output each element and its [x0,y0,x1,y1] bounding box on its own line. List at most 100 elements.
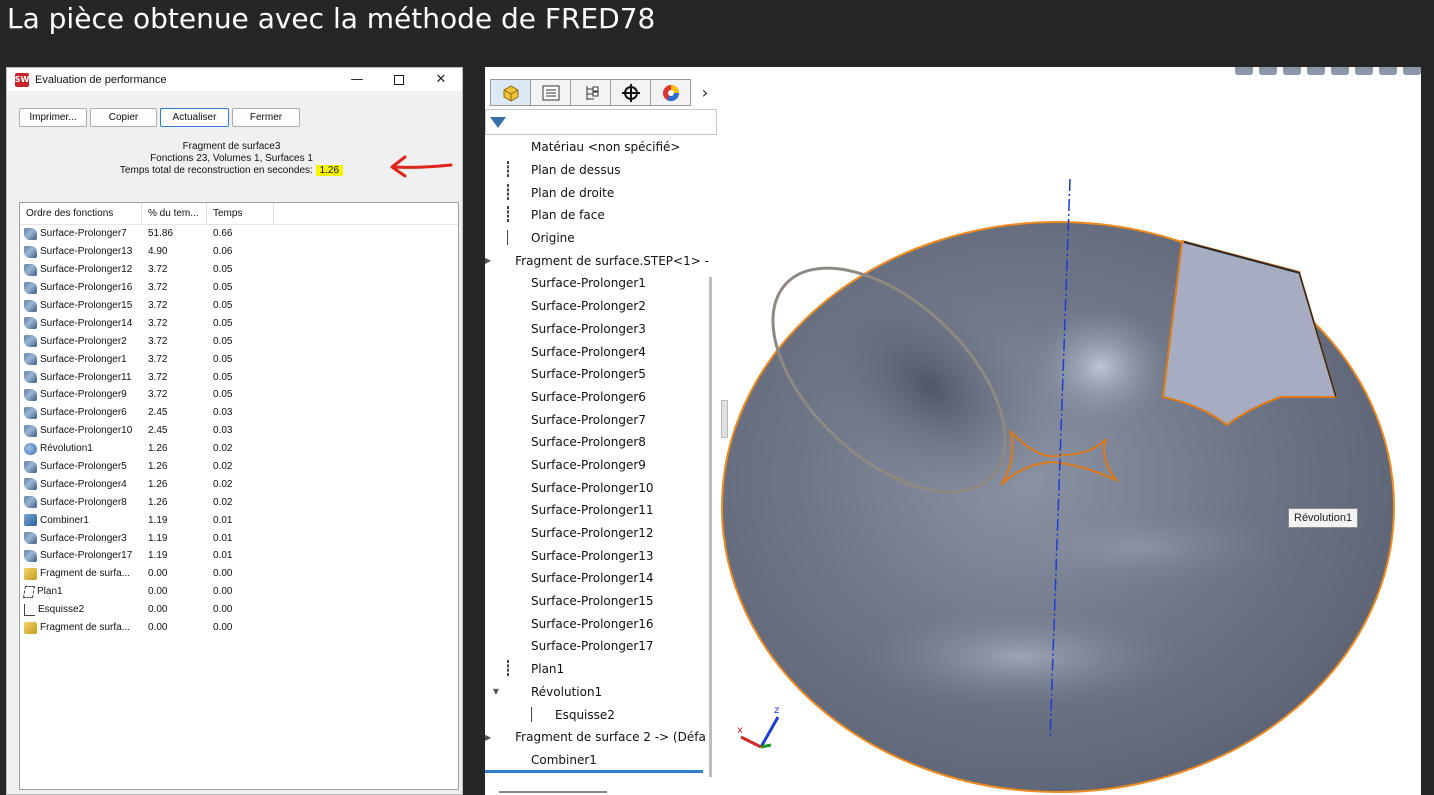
time-cell: 0.00 [213,622,233,634]
tree-icon-wrap [507,344,526,360]
tree-item[interactable]: Surface-Prolonger16 [485,612,705,635]
graphics-viewport[interactable]: x z Révolution1 [721,67,1421,795]
tree-item[interactable]: Combiner1 [485,749,705,772]
maximize-button[interactable] [378,68,420,91]
section-view-icon[interactable] [1307,67,1325,75]
tree-item[interactable]: Origine [485,227,705,250]
feature-name-cell: Surface-Prolonger8 [20,496,142,509]
tree-item[interactable]: Plan de droite [485,181,705,204]
surface-highlight-mid [991,507,1291,587]
tree-item[interactable]: Plan de face [485,204,705,227]
part-fragment-icon [24,621,37,634]
tree-icon-wrap [507,616,526,632]
copy-button[interactable]: Copier [90,108,157,127]
table-row[interactable]: Révolution1 1.26 0.02 [20,440,458,458]
tree-item[interactable]: Surface-Prolonger12 [485,522,705,545]
table-row[interactable]: Surface-Prolonger17 1.19 0.01 [20,547,458,565]
display-manager-tab[interactable] [650,79,691,106]
patch-face[interactable] [1161,239,1338,427]
feature-name-cell: Surface-Prolonger9 [20,388,142,401]
close-button[interactable]: Fermer [232,108,300,127]
feature-name-cell: Surface-Prolonger11 [20,371,142,384]
zoom-to-fit-icon[interactable] [1235,67,1253,75]
tree-item[interactable]: ▼ Révolution1 [485,681,705,704]
tree-item[interactable]: Esquisse2 [485,703,705,726]
feature-manager-tab[interactable] [490,79,531,106]
panel-splitter-handle[interactable] [721,400,728,438]
tree-item[interactable]: Surface-Prolonger4 [485,340,705,363]
time-cell: 0.05 [213,335,233,347]
tree-item[interactable]: Surface-Prolonger1 [485,272,705,295]
tree-item[interactable]: Surface-Prolonger13 [485,544,705,567]
tree-item[interactable]: ▶ Fragment de surface 2 -> (Défa [485,726,706,749]
tree-filter[interactable] [485,109,717,135]
tree-item[interactable]: Surface-Prolonger6 [485,386,705,409]
tree-item[interactable]: Plan1 [485,658,705,681]
dimxpert-tab[interactable] [610,79,651,106]
table-row[interactable]: Surface-Prolonger5 1.26 0.02 [20,458,458,476]
time-cell: 0.00 [213,568,233,580]
expand-toggle-icon[interactable]: ▼ [485,687,507,696]
table-row[interactable]: Fragment de surfa... 0.00 0.00 [20,619,458,637]
table-row[interactable]: Surface-Prolonger13 4.90 0.06 [20,243,458,261]
tree-item[interactable]: Matériau <non spécifié> [485,136,705,159]
tree-item-label: Esquisse2 [555,707,615,722]
table-row[interactable]: Fragment de surfa... 0.00 0.00 [20,565,458,583]
tree-item[interactable]: Surface-Prolonger2 [485,295,705,318]
print-button[interactable]: Imprimer... [19,108,87,127]
appearance-icon[interactable] [1403,67,1421,75]
tree-item[interactable]: Surface-Prolonger15 [485,590,705,613]
close-window-button[interactable]: ✕ [420,68,462,91]
tree-item[interactable]: Plan de dessus [485,159,705,182]
table-row[interactable]: Surface-Prolonger3 1.19 0.01 [20,529,458,547]
table-row[interactable]: Surface-Prolonger1 3.72 0.05 [20,350,458,368]
filter-icon [490,116,506,128]
table-row[interactable]: Surface-Prolonger9 3.72 0.05 [20,386,458,404]
model-view: x z [721,178,1395,793]
previous-view-icon[interactable] [1283,67,1301,75]
minimize-button[interactable]: — [336,68,378,91]
table-row[interactable]: Surface-Prolonger14 3.72 0.05 [20,314,458,332]
configuration-manager-tab[interactable] [570,79,611,106]
tree-item[interactable]: Surface-Prolonger9 [485,454,705,477]
tree-item[interactable]: Surface-Prolonger5 [485,363,705,386]
display-style-icon[interactable] [1355,67,1373,75]
column-header-percent[interactable]: % du tem... [142,203,207,224]
table-row[interactable]: Surface-Prolonger11 3.72 0.05 [20,368,458,386]
table-row[interactable]: Combiner1 1.19 0.01 [20,511,458,529]
time-cell: 0.03 [213,425,233,437]
table-row[interactable]: Surface-Prolonger12 3.72 0.05 [20,261,458,279]
tree-item[interactable]: Surface-Prolonger11 [485,499,705,522]
table-row[interactable]: Surface-Prolonger2 3.72 0.05 [20,332,458,350]
table-row[interactable]: Surface-Prolonger8 1.26 0.02 [20,493,458,511]
zoom-to-area-icon[interactable] [1259,67,1277,75]
tree-icon-wrap [531,706,550,723]
table-row[interactable]: Surface-Prolonger10 2.45 0.03 [20,422,458,440]
tree-item[interactable]: ▶ Fragment de surface.STEP<1> - [485,249,709,272]
hide-show-items-icon[interactable] [1379,67,1397,75]
tree-item[interactable]: Surface-Prolonger17 [485,635,705,658]
property-manager-tab[interactable] [530,79,571,106]
tree-item[interactable]: Surface-Prolonger3 [485,318,705,341]
tree-item[interactable]: Surface-Prolonger10 [485,476,705,499]
tree-vertical-scrollbar[interactable] [709,277,712,777]
table-row[interactable]: Surface-Prolonger4 1.26 0.02 [20,475,458,493]
more-tabs-arrow-icon[interactable]: › [690,79,720,106]
table-row[interactable]: Plan1 0.00 0.00 [20,583,458,601]
tree-item[interactable]: Surface-Prolonger14 [485,567,705,590]
column-header-time[interactable]: Temps [207,203,274,224]
tree-item[interactable]: Surface-Prolonger7 [485,408,705,431]
table-row[interactable]: Surface-Prolonger7 51.86 0.66 [20,225,458,243]
table-row[interactable]: Esquisse2 0.00 0.00 [20,601,458,619]
tree-horizontal-scrollbar[interactable] [499,791,607,793]
table-row[interactable]: Surface-Prolonger15 3.72 0.05 [20,297,458,315]
refresh-button[interactable]: Actualiser [160,108,229,127]
table-row[interactable]: Surface-Prolonger6 2.45 0.03 [20,404,458,422]
view-orientation-icon[interactable] [1331,67,1349,75]
table-row[interactable]: Surface-Prolonger16 3.72 0.05 [20,279,458,297]
tree-item[interactable]: Surface-Prolonger8 [485,431,705,454]
rollback-bar[interactable] [485,770,703,773]
feature-name-cell: Plan1 [20,585,142,598]
feature-time-list[interactable]: Ordre des fonctions % du tem... Temps Su… [19,202,459,790]
column-header-feature-order[interactable]: Ordre des fonctions [20,203,142,224]
